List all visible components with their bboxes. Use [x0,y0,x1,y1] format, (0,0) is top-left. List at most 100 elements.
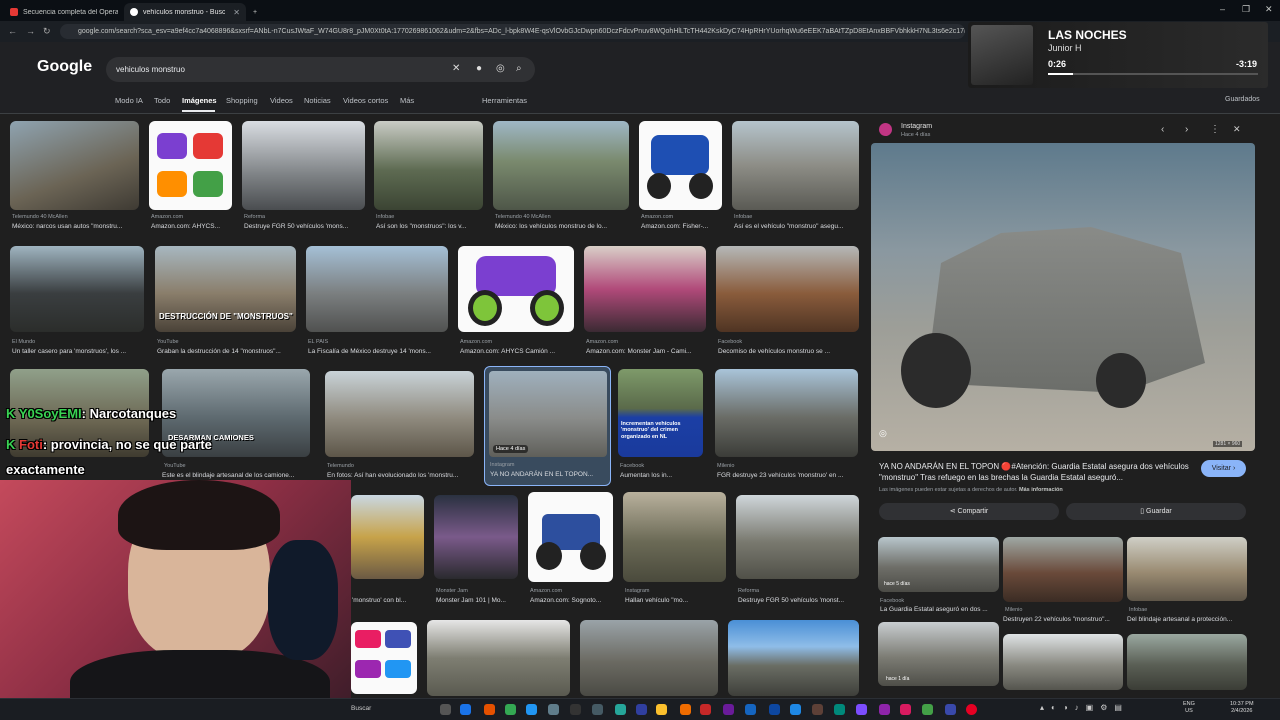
tab-imagenes[interactable]: Imágenes [182,96,217,105]
related-thumbnail[interactable] [1127,634,1247,690]
result-thumbnail[interactable] [580,620,718,696]
result-title[interactable]: La Fiscalía de México destruye 14 'mons.… [308,348,450,355]
app-icon[interactable] [636,704,647,715]
google-logo[interactable]: Google [37,58,92,76]
panel-title[interactable]: YA NO ANDARÁN EN EL TOPON 🔴#Atención: Gu… [879,461,1194,483]
pinterest-icon[interactable] [966,704,977,715]
result-title[interactable]: Decomiso de vehículos monstruo se ... [718,348,859,355]
close-window-icon[interactable]: ✕ [1265,4,1273,15]
result-thumbnail[interactable] [434,495,518,579]
related-title[interactable]: Destruyen 22 vehículos "monstruo"... [1003,616,1125,623]
result-thumbnail[interactable] [374,121,483,210]
maximize-icon[interactable]: ❐ [1242,4,1250,15]
result-thumbnail[interactable] [458,246,574,332]
result-thumbnail[interactable] [623,492,726,582]
related-thumbnail[interactable] [1003,537,1123,602]
related-thumbnail[interactable] [1127,537,1247,601]
app-icon[interactable] [548,704,559,715]
tab-shopping[interactable]: Shopping [226,96,258,105]
minimize-icon[interactable]: – [1220,4,1225,14]
close-panel-icon[interactable]: ✕ [1233,124,1241,135]
taskbar-search[interactable]: Buscar [351,702,429,716]
related-thumbnail[interactable]: hace 5 días [878,537,999,592]
related-thumbnail[interactable]: hace 1 día [878,622,999,686]
brave-icon[interactable] [484,704,495,715]
save-button[interactable]: ▯ Guardar [1066,503,1246,520]
result-thumbnail[interactable] [493,121,629,210]
app-icon[interactable] [945,704,956,715]
search-input[interactable]: vehiculos monstruo [106,57,535,82]
result-title[interactable]: Amazon.com: Monster Jam - Cami... [586,348,708,355]
app-icon[interactable] [680,704,691,715]
app-icon[interactable] [922,704,933,715]
language-indicator[interactable]: ENG US [1183,701,1195,715]
app-icon[interactable] [812,704,823,715]
tab-videos-cortos[interactable]: Videos cortos [343,96,388,105]
result-thumbnail[interactable] [639,121,722,210]
saved-link[interactable]: Guardados [1225,96,1260,103]
task-view-icon[interactable] [440,704,451,715]
tab-todo[interactable]: Todo [154,96,170,105]
file-explorer-icon[interactable] [656,704,667,715]
result-thumbnail[interactable] [242,121,365,210]
result-thumbnail[interactable] [351,622,417,694]
result-thumbnail[interactable] [715,369,858,457]
result-title[interactable]: Amazon.com: AHYCS... [151,223,234,230]
search-icon[interactable]: ⌕ [516,63,522,74]
app-icon[interactable] [526,704,537,715]
related-title[interactable]: Del blindaje artesanal a protección... [1127,616,1249,623]
more-info-link[interactable]: Más información [1019,487,1063,493]
app-icon[interactable] [879,704,890,715]
result-thumbnail[interactable] [149,121,232,210]
result-title[interactable]: Así son los "monstruos": los v... [376,223,485,230]
prev-icon[interactable]: ‹ [1161,124,1164,135]
related-title[interactable]: La Guardia Estatal aseguró en dos ... [880,606,1001,613]
result-title[interactable]: Este es el blindaje artesanal de los cam… [162,472,322,479]
result-title[interactable]: En fotos: Así han evolucionado los 'mons… [327,472,476,479]
tab-modo-ia[interactable]: Modo IA [115,96,143,105]
more-options-icon[interactable]: ⋮ [1210,124,1220,135]
result-title[interactable]: Amazon.com: Sognoto... [530,597,615,604]
visit-button[interactable]: Visitar › [1201,460,1246,477]
system-tray-icons[interactable]: ▴◐◑♪▣⚙▤ [1040,703,1129,712]
edge-icon[interactable] [460,704,471,715]
clear-icon[interactable]: ✕ [452,63,460,74]
lens-search-icon[interactable]: ◎ [879,428,887,439]
result-title[interactable]: México: los vehículos monstruo de lo... [495,223,631,230]
panel-source[interactable]: Instagram [901,123,932,130]
result-thumbnail[interactable] [736,495,859,579]
selected-result[interactable]: Hace 4 días Instagram YA NO ANDARÁN EN E… [484,366,611,486]
result-title[interactable]: Destruye FGR 50 vehículos 'monst... [738,597,859,604]
app-icon[interactable] [769,704,780,715]
result-title[interactable]: Amazon.com: Fisher-... [641,223,724,230]
result-title[interactable]: Un taller casero para 'monstruos', los .… [12,348,146,355]
result-thumbnail[interactable] [716,246,859,332]
result-title[interactable]: Hallan vehículo "mo... [625,597,728,604]
new-tab-button[interactable]: + [247,3,261,21]
tab-secuencia[interactable]: Secuencia completa del Operati... [4,3,124,21]
main-image[interactable]: ◎ 1281 × 960 [871,143,1255,451]
app-icon[interactable] [834,704,845,715]
app-icon[interactable] [615,704,626,715]
forward-icon[interactable]: → [26,26,35,36]
result-thumbnail[interactable] [584,246,706,332]
next-icon[interactable]: › [1185,124,1188,135]
result-thumbnail[interactable] [10,246,144,332]
result-thumbnail[interactable]: Incrementan vehículos 'monstruo' del cri… [618,369,703,457]
lens-icon[interactable]: ◎ [496,63,505,74]
result-title[interactable]: México: narcos usan autos "monstru... [12,223,141,230]
microphone-icon[interactable]: ● [476,63,482,74]
result-thumbnail[interactable] [306,246,448,332]
result-thumbnail[interactable]: DESTRUCCIÓN DE "MONSTRUOS" [155,246,296,332]
tab-google-search[interactable]: vehículos monstruo - Buscar con Google ✕ [124,3,246,21]
app-icon[interactable] [900,704,911,715]
app-icon[interactable] [700,704,711,715]
result-title[interactable]: Amazon.com: AHYCS Camión ... [460,348,576,355]
result-thumbnail[interactable] [732,121,859,210]
app-icon[interactable] [570,704,581,715]
app-icon[interactable] [723,704,734,715]
share-button[interactable]: ⋖ Compartir [879,503,1059,520]
result-title[interactable]: Aumentan los in... [620,472,705,479]
result-title[interactable]: FGR destruye 23 vehículos 'monstruo' en … [717,472,860,479]
result-title[interactable]: Destruye FGR 50 vehículos 'mons... [244,223,367,230]
